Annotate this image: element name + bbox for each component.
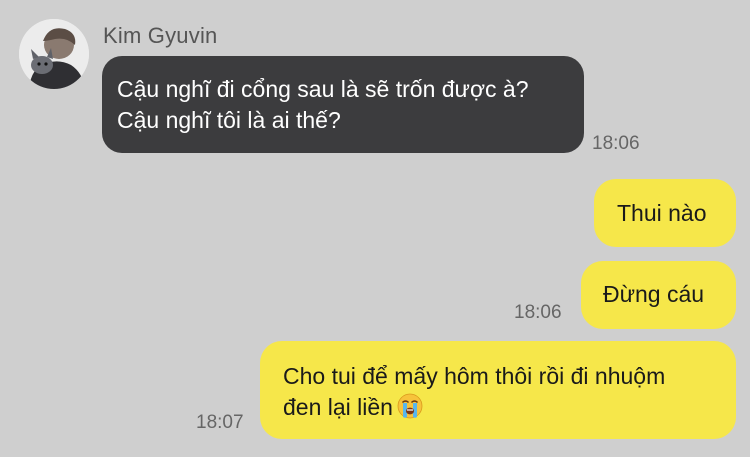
message-text-line: Cho tui để mấy hôm thôi rồi đi nhuộm [283,363,666,389]
outgoing-message-bubble[interactable]: Đừng cáu [581,261,736,329]
message-text-line: Cậu nghĩ tôi là ai thế? [117,107,341,133]
avatar[interactable] [19,19,89,89]
message-timestamp: 18:07 [196,412,244,433]
outgoing-message-bubble[interactable]: Thui nào [594,179,736,247]
message-text-line: Đừng cáu [603,281,705,307]
message-text-line: đen lại liền [283,392,736,427]
incoming-message-bubble[interactable]: Cậu nghĩ đi cổng sau là sẽ trốn được à? … [102,56,584,153]
sender-name: Kim Gyuvin [103,23,218,48]
outgoing-message-bubble[interactable]: Cho tui để mấy hôm thôi rồi đi nhuộm đen… [260,341,736,439]
message-text-line: Cậu nghĩ đi cổng sau là sẽ trốn được à? [117,76,529,102]
message-text-segment: đen lại liền [283,394,393,420]
loudly-crying-face-icon [397,393,423,427]
message-timestamp: 18:06 [514,302,562,323]
message-text-line: Thui nào [617,200,707,226]
message-timestamp: 18:06 [592,133,640,154]
